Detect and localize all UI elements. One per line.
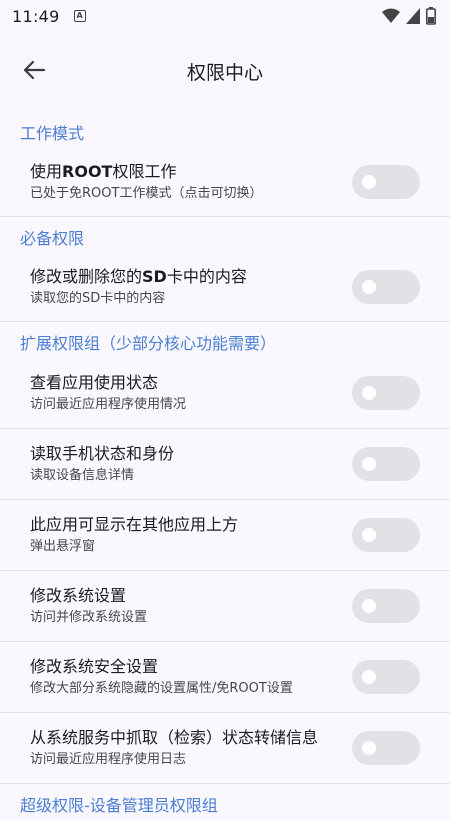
item-title: 查看应用使用状态: [30, 372, 159, 392]
switch-knob: [362, 670, 376, 684]
list-item-root-mode[interactable]: 使用ROOT权限工作 已处于免ROOT工作模式（点击可切换）: [0, 148, 450, 216]
status-time: 11:49: [12, 6, 60, 26]
battery-icon: [426, 7, 436, 25]
list-item-overlay[interactable]: 此应用可显示在其他应用上方 弹出悬浮窗: [0, 500, 450, 570]
section-header-extended: 扩展权限组（少部分核心功能需要）: [20, 334, 277, 353]
item-subtitle: 访问最近应用程序使用日志: [30, 751, 187, 767]
list-item-phone-state[interactable]: 读取手机状态和身份 读取设备信息详情: [0, 429, 450, 499]
list-item-sd-card[interactable]: 修改或删除您的SD卡中的内容 读取您的SD卡中的内容: [0, 253, 450, 321]
usage-stats-switch[interactable]: [352, 376, 420, 410]
item-title: 修改系统设置: [30, 585, 127, 605]
wifi-icon: [382, 8, 400, 23]
signal-icon: [406, 8, 420, 24]
item-title: 从系统服务中抓取（检索）状态转储信息: [30, 727, 319, 747]
list-item-usage-stats[interactable]: 查看应用使用状态 访问最近应用程序使用情况: [0, 358, 450, 428]
sd-card-switch[interactable]: [352, 270, 420, 304]
switch-knob: [362, 175, 376, 189]
root-mode-switch[interactable]: [352, 165, 420, 199]
item-subtitle: 访问最近应用程序使用情况: [30, 396, 187, 412]
switch-knob: [362, 280, 376, 294]
switch-knob: [362, 457, 376, 471]
section-header-required: 必备权限: [20, 229, 85, 248]
item-subtitle: 已处于免ROOT工作模式（点击可切换）: [30, 185, 263, 201]
page-title: 权限中心: [186, 62, 263, 84]
item-subtitle: 弹出悬浮窗: [30, 538, 96, 554]
item-title: 使用ROOT权限工作: [30, 161, 177, 181]
app-bar: 权限中心: [0, 38, 450, 102]
item-subtitle: 读取设备信息详情: [30, 467, 135, 483]
list-item-write-settings[interactable]: 修改系统设置 访问并修改系统设置: [0, 571, 450, 641]
item-title: 读取手机状态和身份: [30, 443, 175, 463]
item-title: 修改或删除您的SD卡中的内容: [30, 266, 247, 286]
notification-icon: A: [73, 10, 86, 22]
dump-switch[interactable]: [352, 731, 420, 765]
write-settings-switch[interactable]: [352, 589, 420, 623]
list-item-secure-settings[interactable]: 修改系统安全设置 修改大部分系统隐藏的设置属性/免ROOT设置: [0, 642, 450, 712]
section-header-device-admin: 超级权限-设备管理员权限组: [20, 796, 218, 815]
permission-list: 工作模式 使用ROOT权限工作 已处于免ROOT工作模式（点击可切换） 必备权限…: [0, 112, 450, 820]
list-item-dump[interactable]: 从系统服务中抓取（检索）状态转储信息 访问最近应用程序使用日志: [0, 713, 450, 783]
status-bar: 11:49 A: [0, 0, 450, 32]
item-subtitle: 修改大部分系统隐藏的设置属性/免ROOT设置: [30, 680, 293, 696]
item-subtitle: 访问并修改系统设置: [30, 609, 148, 625]
item-title: 此应用可显示在其他应用上方: [30, 514, 239, 534]
item-subtitle: 读取您的SD卡中的内容: [30, 290, 166, 306]
status-icons: [382, 7, 436, 25]
switch-knob: [362, 741, 376, 755]
phone-state-switch[interactable]: [352, 447, 420, 481]
switch-knob: [362, 386, 376, 400]
item-title: 修改系统安全设置: [30, 656, 159, 676]
switch-knob: [362, 599, 376, 613]
section-header-work-mode: 工作模式: [20, 124, 85, 143]
switch-knob: [362, 528, 376, 542]
secure-settings-switch[interactable]: [352, 660, 420, 694]
overlay-switch[interactable]: [352, 518, 420, 552]
